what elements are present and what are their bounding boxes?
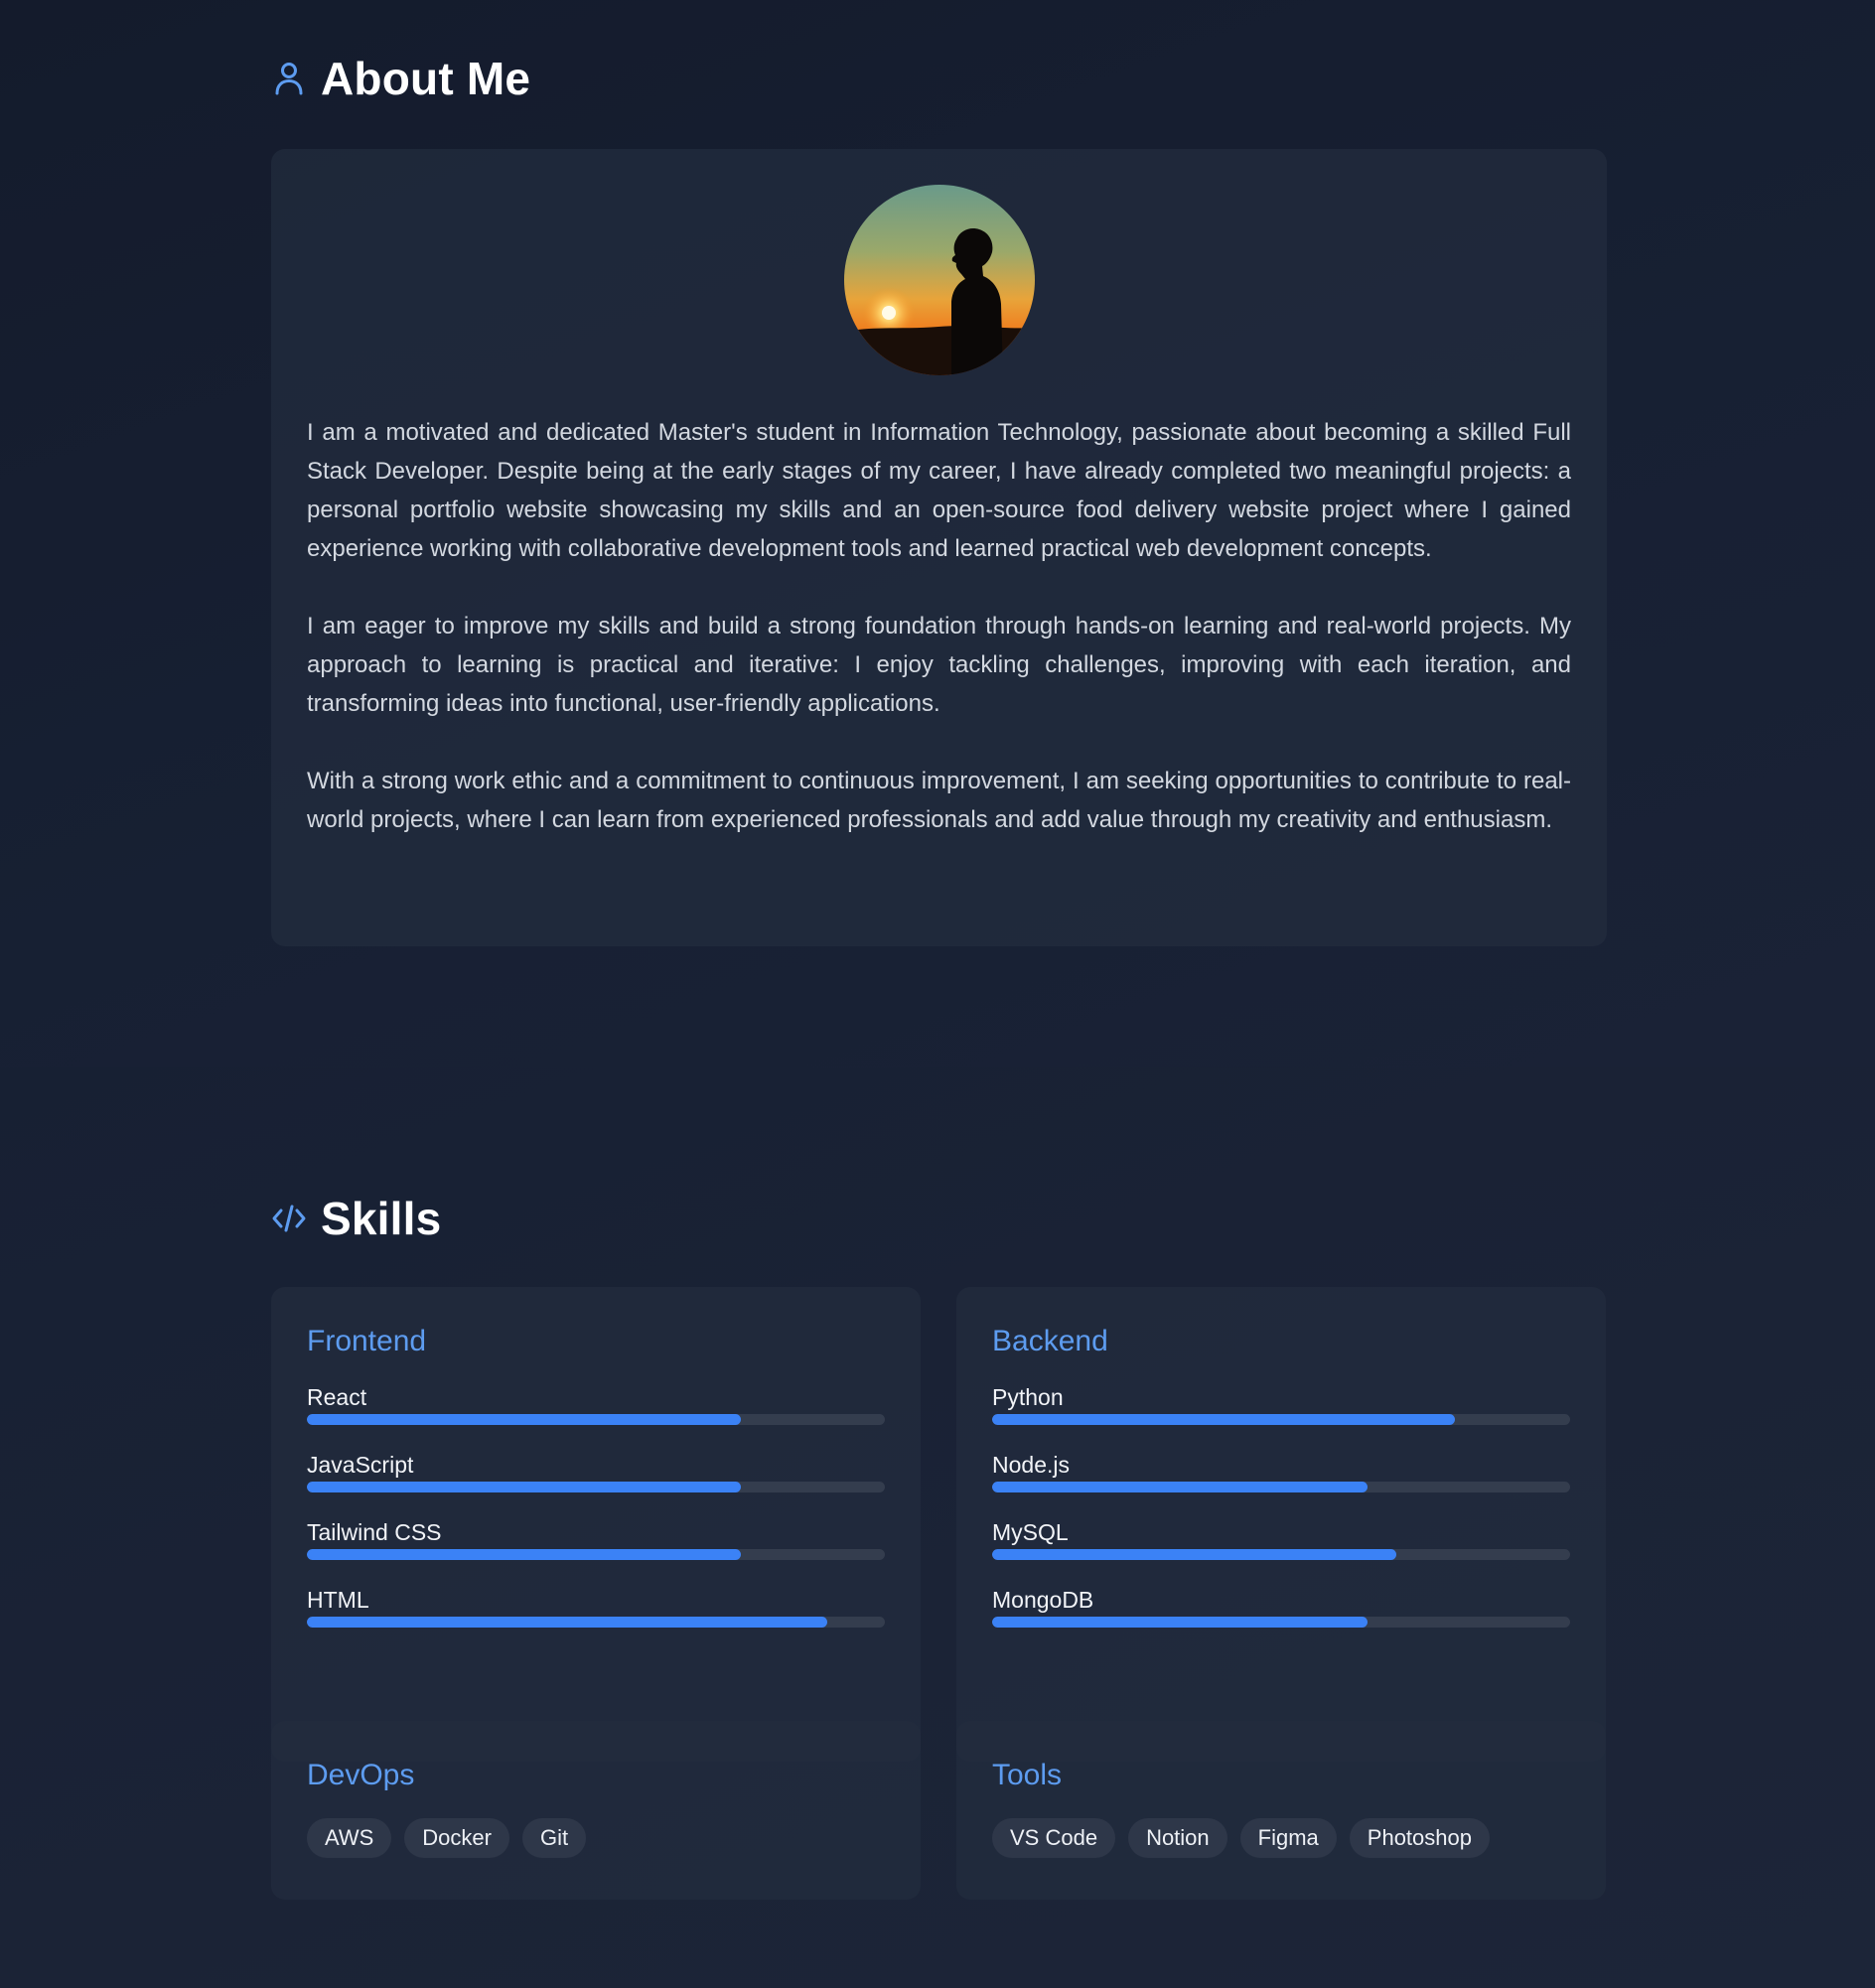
skill-item: HTML (307, 1587, 885, 1628)
skills-section: Skills Frontend React JavaScript Tailwind … (0, 1067, 1875, 1988)
skill-tag: Git (521, 1818, 587, 1858)
skill-tag: AWS (307, 1818, 392, 1858)
skill-name: MongoDB (992, 1587, 1094, 1613)
skill-item: React (307, 1384, 885, 1425)
skill-progress-track (307, 1482, 885, 1492)
skill-item: Tailwind CSS (307, 1519, 885, 1560)
avatar (843, 185, 1035, 375)
skill-name: Node.js (992, 1452, 1070, 1478)
backend-skill-list: Python Node.js MySQL MongoDB (992, 1384, 1570, 1628)
about-section: About Me I am a motivated and dedicated … (0, 0, 1875, 1067)
skill-tag: Notion (1128, 1818, 1227, 1858)
skill-progress-fill (992, 1414, 1455, 1425)
skill-item: MongoDB (992, 1587, 1570, 1628)
skill-tag: Photoshop (1349, 1818, 1490, 1858)
skill-progress-fill (992, 1482, 1369, 1492)
skill-progress-fill (307, 1482, 741, 1492)
skill-progress-track (992, 1617, 1570, 1628)
frontend-skill-list: React JavaScript Tailwind CSS HTML (307, 1384, 885, 1628)
skill-progress-fill (307, 1549, 741, 1560)
skill-name: HTML (307, 1587, 369, 1613)
skill-name: JavaScript (307, 1452, 414, 1478)
about-text: I am a motivated and dedicated Master's … (307, 413, 1571, 839)
frontend-card: Frontend React JavaScript Tailwind CSS HTML (271, 1287, 921, 1762)
about-paragraph-1: I am a motivated and dedicated Master's … (307, 419, 1571, 562)
tools-title: Tools (992, 1759, 1063, 1791)
skill-item: Python (992, 1384, 1570, 1425)
skill-progress-track (307, 1549, 885, 1560)
frontend-title: Frontend (307, 1325, 427, 1357)
skill-tag: Figma (1239, 1818, 1337, 1858)
tools-tag-list: VS Code Notion Figma Photoshop (992, 1818, 1570, 1858)
code-icon (271, 1201, 307, 1236)
devops-tag-list: AWS Docker Git (307, 1818, 885, 1858)
backend-title: Backend (992, 1325, 1108, 1357)
about-paragraph-3: With a strong work ethic and a commitmen… (307, 768, 1571, 833)
skill-progress-track (992, 1549, 1570, 1560)
skill-name: React (307, 1384, 367, 1410)
about-heading: About Me (271, 52, 530, 105)
skill-progress-track (307, 1617, 885, 1628)
skills-title: Skills (321, 1193, 442, 1244)
tools-card: Tools VS Code Notion Figma Photoshop (956, 1721, 1606, 1900)
about-title: About Me (321, 53, 531, 104)
skill-progress-fill (307, 1617, 827, 1628)
skill-item: Node.js (992, 1452, 1570, 1492)
devops-title: DevOps (307, 1759, 415, 1791)
user-icon (271, 61, 307, 96)
skill-name: Tailwind CSS (307, 1519, 442, 1545)
skill-item: MySQL (992, 1519, 1570, 1560)
skill-name: Python (992, 1384, 1064, 1410)
skill-progress-fill (992, 1617, 1369, 1628)
skill-name: MySQL (992, 1519, 1069, 1545)
skill-progress-track (992, 1414, 1570, 1425)
skill-progress-track (992, 1482, 1570, 1492)
skill-progress-track (307, 1414, 885, 1425)
skills-heading: Skills (271, 1192, 441, 1245)
skill-progress-fill (992, 1549, 1397, 1560)
skill-item: JavaScript (307, 1452, 885, 1492)
backend-card: Backend Python Node.js MySQL MongoDB (956, 1287, 1606, 1762)
devops-card: DevOps AWS Docker Git (271, 1721, 921, 1900)
skill-progress-fill (307, 1414, 741, 1425)
about-paragraph-2: I am eager to improve my skills and buil… (307, 613, 1571, 717)
skill-tag: VS Code (992, 1818, 1116, 1858)
about-card: I am a motivated and dedicated Master's … (271, 149, 1607, 946)
skill-tag: Docker (404, 1818, 509, 1858)
